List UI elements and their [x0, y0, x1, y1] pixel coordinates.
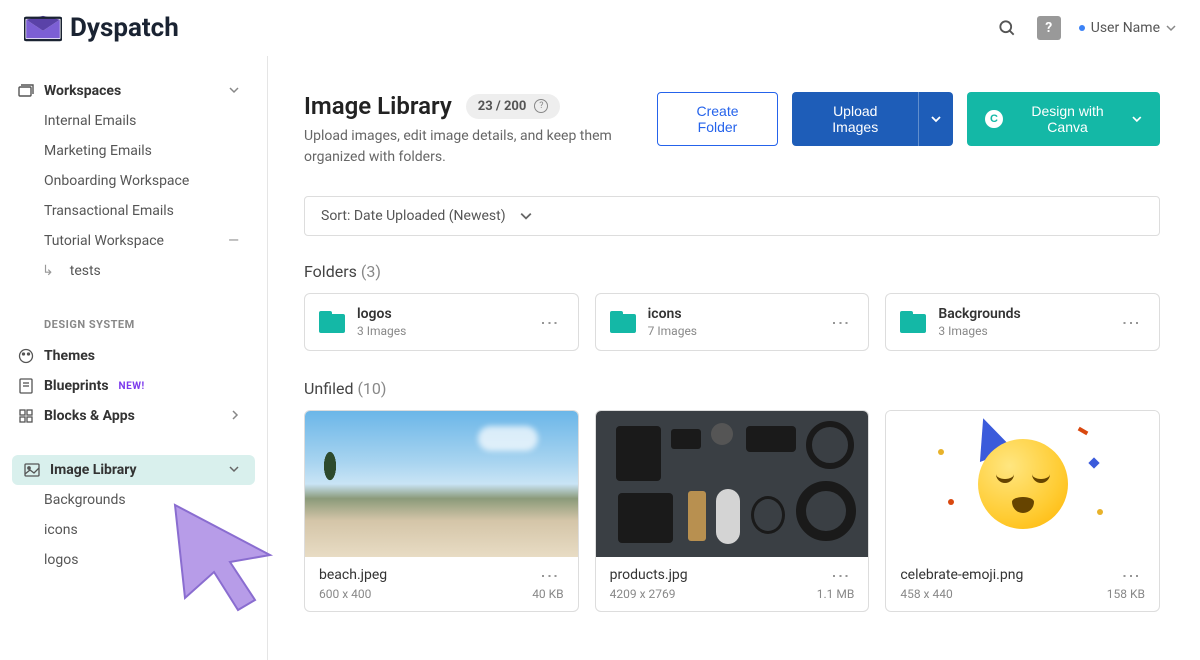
chevron-down-icon: [931, 114, 941, 124]
grid-icon: [18, 408, 34, 424]
app-header: Dyspatch ? User Name: [0, 0, 1200, 56]
sidebar-workspace-item[interactable]: Internal Emails: [0, 106, 267, 136]
image-card[interactable]: beach.jpeg ⋮ 600 x 400 40 KB: [304, 410, 579, 612]
folder-count: 3 Images: [357, 324, 523, 338]
minus-icon: —: [228, 233, 239, 249]
folder-card[interactable]: logos 3 Images ⋮: [304, 293, 579, 351]
folder-name: Backgrounds: [938, 306, 1104, 322]
image-dimensions: 4209 x 2769: [610, 587, 676, 601]
page-subtitle: Upload images, edit image details, and k…: [304, 126, 657, 168]
main-content: Image Library 23 / 200 ? Upload images, …: [268, 56, 1200, 660]
folder-icon: [610, 311, 636, 333]
image-filesize: 158 KB: [1107, 587, 1145, 601]
folder-name: logos: [357, 306, 523, 322]
chevron-down-icon: [1166, 23, 1176, 33]
user-name-label: User Name: [1091, 20, 1160, 36]
document-icon: [18, 378, 34, 394]
more-menu-icon[interactable]: ⋮: [825, 567, 854, 583]
user-menu[interactable]: User Name: [1079, 20, 1176, 36]
image-icon: [24, 462, 40, 478]
sidebar-library-folder[interactable]: Backgrounds: [0, 485, 267, 515]
more-menu-icon[interactable]: ⋮: [825, 314, 854, 330]
sidebar-blueprints[interactable]: Blueprints NEW!: [0, 371, 267, 401]
page-title: Image Library: [304, 92, 452, 120]
brand-logo[interactable]: Dyspatch: [24, 13, 179, 43]
sidebar-image-library[interactable]: Image Library: [12, 455, 255, 485]
sidebar-blocks-apps[interactable]: Blocks & Apps: [0, 401, 267, 431]
folders-heading: Folders (3): [304, 262, 1160, 281]
sidebar-workspace-item[interactable]: Marketing Emails: [0, 136, 267, 166]
image-thumbnail: [596, 411, 869, 557]
chevron-down-icon: [229, 83, 239, 99]
more-menu-icon[interactable]: ⋮: [535, 567, 564, 583]
image-filesize: 1.1 MB: [817, 587, 855, 601]
sidebar-workspace-item[interactable]: Onboarding Workspace: [0, 166, 267, 196]
upload-images-button[interactable]: Upload Images: [792, 92, 918, 146]
design-system-heading: DESIGN SYSTEM: [0, 310, 267, 341]
folder-count: 7 Images: [648, 324, 814, 338]
image-thumbnail: [305, 411, 578, 557]
sidebar-library-folder[interactable]: logos: [0, 545, 267, 575]
palette-icon: [18, 348, 34, 364]
folder-card[interactable]: Backgrounds 3 Images ⋮: [885, 293, 1160, 351]
folder-count: 3 Images: [938, 324, 1104, 338]
folder-icon: [319, 311, 345, 333]
chevron-right-icon: [231, 408, 239, 424]
upload-images-dropdown[interactable]: [918, 92, 953, 146]
sidebar-workspaces[interactable]: Workspaces: [0, 76, 267, 106]
image-card[interactable]: products.jpg ⋮ 4209 x 2769 1.1 MB: [595, 410, 870, 612]
image-filename: celebrate-emoji.png: [900, 567, 1023, 583]
new-badge: NEW!: [119, 381, 145, 392]
image-card[interactable]: celebrate-emoji.png ⋮ 458 x 440 158 KB: [885, 410, 1160, 612]
image-count-badge: 23 / 200 ?: [466, 94, 561, 119]
image-dimensions: 600 x 400: [319, 587, 371, 601]
image-filename: products.jpg: [610, 567, 688, 583]
folder-stack-icon: [18, 83, 34, 99]
folder-card[interactable]: icons 7 Images ⋮: [595, 293, 870, 351]
design-with-canva-button[interactable]: C Design with Canva: [967, 92, 1160, 146]
search-icon[interactable]: [995, 16, 1019, 40]
create-folder-button[interactable]: Create Folder: [657, 92, 778, 146]
chevron-down-icon: [520, 210, 532, 222]
sidebar: Workspaces Internal Emails Marketing Ema…: [0, 56, 268, 660]
logo-mark-icon: [24, 14, 62, 42]
folder-icon: [900, 311, 926, 333]
unfiled-heading: Unfiled (10): [304, 379, 1160, 398]
upload-images-split-button: Upload Images: [792, 92, 953, 146]
more-menu-icon[interactable]: ⋮: [1116, 567, 1145, 583]
image-filename: beach.jpeg: [319, 567, 387, 583]
canva-icon: C: [985, 110, 1003, 128]
more-menu-icon[interactable]: ⋮: [535, 314, 564, 330]
chevron-down-icon: [229, 462, 239, 478]
help-icon[interactable]: ?: [1037, 16, 1061, 40]
image-thumbnail: [886, 411, 1159, 557]
image-dimensions: 458 x 440: [900, 587, 952, 601]
info-icon[interactable]: ?: [534, 99, 548, 113]
sidebar-workspace-item[interactable]: Tutorial Workspace —: [0, 226, 267, 256]
image-filesize: 40 KB: [532, 587, 563, 601]
folder-name: icons: [648, 306, 814, 322]
sidebar-library-folder[interactable]: icons: [0, 515, 267, 545]
user-status-dot: [1079, 25, 1085, 31]
more-menu-icon[interactable]: ⋮: [1116, 314, 1145, 330]
sidebar-workspace-child[interactable]: ↳ tests: [0, 256, 267, 286]
chevron-down-icon: [1132, 114, 1142, 124]
header-actions: ? User Name: [995, 16, 1176, 40]
brand-name: Dyspatch: [70, 13, 179, 43]
sort-dropdown[interactable]: Sort: Date Uploaded (Newest): [304, 196, 1160, 236]
sidebar-workspace-item[interactable]: Transactional Emails: [0, 196, 267, 226]
sidebar-themes[interactable]: Themes: [0, 341, 267, 371]
return-arrow-icon: ↳: [42, 263, 54, 279]
